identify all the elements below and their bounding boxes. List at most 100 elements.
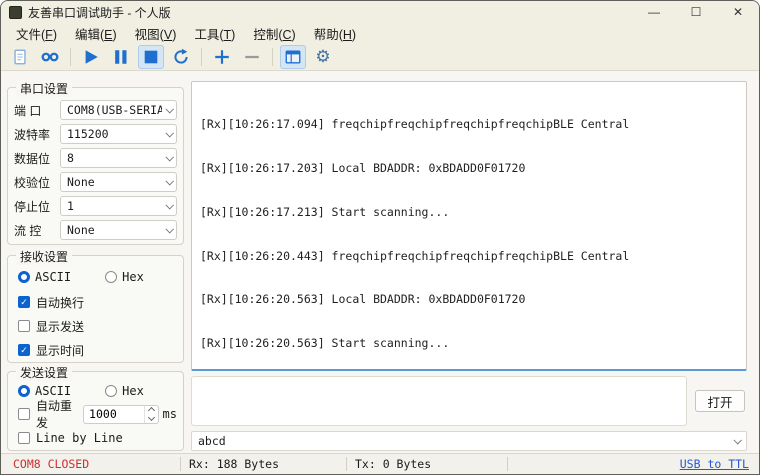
new-file-icon bbox=[11, 48, 29, 66]
chevron-down-icon bbox=[165, 129, 173, 137]
record-button[interactable] bbox=[37, 45, 63, 69]
log-line: [Rx][10:26:17.094] freqchipfreqchipfreqc… bbox=[200, 117, 738, 132]
auto-resend-label: 自动重发 bbox=[36, 397, 79, 431]
port-label: 端 口 bbox=[14, 102, 60, 119]
title-bar: 友善串口调试助手 - 个人版 — ☐ ✕ bbox=[1, 1, 759, 23]
stop-button[interactable] bbox=[138, 45, 164, 69]
stopbits-label: 停止位 bbox=[14, 198, 60, 215]
receive-ascii-label: ASCII bbox=[35, 270, 71, 284]
port-status-text: COM8 CLOSED bbox=[1, 457, 180, 471]
app-icon bbox=[9, 6, 22, 19]
auto-linewrap-label: 自动换行 bbox=[36, 294, 84, 311]
spinner-buttons[interactable] bbox=[144, 406, 158, 423]
menu-control[interactable]: 控制(C) bbox=[244, 22, 304, 45]
auto-resend-unit: ms bbox=[163, 407, 177, 421]
tx-bytes-text: Tx: 0 Bytes bbox=[347, 457, 507, 471]
record-icon bbox=[40, 48, 60, 66]
zoom-out-icon bbox=[243, 48, 261, 66]
menu-help[interactable]: 帮助(H) bbox=[305, 22, 365, 45]
auto-linewrap-checkbox[interactable]: ✓ bbox=[18, 296, 30, 308]
send-hex-label: Hex bbox=[122, 384, 144, 398]
parity-label: 校验位 bbox=[14, 174, 60, 191]
send-ascii-label: ASCII bbox=[35, 384, 71, 398]
port-select[interactable]: COM8(USB-SERIAL ( bbox=[60, 100, 177, 120]
send-history-input[interactable] bbox=[198, 434, 730, 448]
window-title: 友善串口调试助手 - 个人版 bbox=[28, 4, 171, 21]
close-button[interactable]: ✕ bbox=[717, 1, 759, 23]
spinner-down-icon bbox=[148, 414, 155, 421]
refresh-icon bbox=[172, 48, 190, 66]
show-sent-label: 显示发送 bbox=[36, 318, 84, 335]
pause-button[interactable] bbox=[108, 45, 134, 69]
parity-select[interactable]: None bbox=[60, 172, 177, 192]
send-settings-group: 发送设置 ASCII Hex 自动重发 ms Line by Line bbox=[7, 371, 184, 451]
menu-view[interactable]: 视图(V) bbox=[126, 22, 186, 45]
databits-row: 数据位 8 bbox=[14, 148, 177, 168]
minimize-button[interactable]: — bbox=[633, 1, 675, 23]
line-by-line-row: Line by Line bbox=[18, 429, 177, 447]
serial-settings-title: 串口设置 bbox=[16, 80, 72, 97]
menu-edit[interactable]: 编辑(E) bbox=[66, 22, 126, 45]
menu-tools[interactable]: 工具(T) bbox=[185, 22, 244, 45]
gear-icon: ⚙ bbox=[315, 48, 330, 65]
receive-log[interactable]: [Rx][10:26:17.094] freqchipfreqchipfreqc… bbox=[191, 81, 747, 371]
baudrate-row: 波特率 115200 bbox=[14, 124, 177, 144]
chevron-down-icon bbox=[165, 225, 173, 233]
chevron-down-icon bbox=[733, 436, 741, 444]
line-by-line-label: Line by Line bbox=[36, 431, 123, 445]
serial-settings-group: 串口设置 端 口 COM8(USB-SERIAL ( 波特率 115200 数据… bbox=[7, 87, 184, 245]
flowcontrol-row: 流 控 None bbox=[14, 220, 177, 240]
flowcontrol-label: 流 控 bbox=[14, 222, 60, 239]
maximize-button[interactable]: ☐ bbox=[675, 1, 717, 23]
auto-resend-checkbox[interactable] bbox=[18, 408, 30, 420]
stopbits-select[interactable]: 1 bbox=[60, 196, 177, 216]
auto-linewrap-row: ✓ 自动换行 bbox=[18, 293, 177, 311]
layout-panel-button[interactable] bbox=[280, 45, 306, 69]
usb-to-ttl-link[interactable]: USB to TTL bbox=[680, 457, 759, 471]
baudrate-label: 波特率 bbox=[14, 126, 60, 143]
receive-ascii-radio[interactable] bbox=[18, 271, 30, 283]
play-icon bbox=[82, 48, 100, 66]
new-file-button[interactable] bbox=[7, 45, 33, 69]
settings-button[interactable]: ⚙ bbox=[310, 45, 336, 69]
zoom-in-icon bbox=[213, 48, 231, 66]
show-time-checkbox[interactable]: ✓ bbox=[18, 344, 30, 356]
port-row: 端 口 COM8(USB-SERIAL ( bbox=[14, 100, 177, 120]
show-sent-checkbox[interactable] bbox=[18, 320, 30, 332]
receive-settings-title: 接收设置 bbox=[16, 248, 72, 265]
auto-resend-row: 自动重发 ms bbox=[18, 404, 177, 424]
stopbits-row: 停止位 1 bbox=[14, 196, 177, 216]
statusbar-separator bbox=[507, 457, 508, 471]
send-history-combobox[interactable] bbox=[191, 431, 747, 451]
zoom-out-button[interactable] bbox=[239, 45, 265, 69]
receive-hex-radio[interactable] bbox=[105, 271, 117, 283]
send-hex-radio[interactable] bbox=[105, 385, 117, 397]
toolbar-separator bbox=[201, 48, 202, 66]
menu-file[interactable]: 文件(F) bbox=[7, 22, 66, 45]
parity-row: 校验位 None bbox=[14, 172, 177, 192]
play-button[interactable] bbox=[78, 45, 104, 69]
show-sent-row: 显示发送 bbox=[18, 317, 177, 335]
stop-icon bbox=[142, 48, 160, 66]
chevron-down-icon bbox=[165, 177, 173, 185]
baudrate-select[interactable]: 115200 bbox=[60, 124, 177, 144]
databits-select[interactable]: 8 bbox=[60, 148, 177, 168]
show-time-label: 显示时间 bbox=[36, 342, 84, 359]
zoom-in-button[interactable] bbox=[209, 45, 235, 69]
app-window: 友善串口调试助手 - 个人版 — ☐ ✕ 文件(F) 编辑(E) 视图(V) 工… bbox=[0, 0, 760, 475]
toolbar: ⚙ bbox=[1, 43, 759, 71]
open-port-button[interactable]: 打开 bbox=[695, 390, 745, 412]
window-controls: — ☐ ✕ bbox=[633, 1, 759, 23]
refresh-button[interactable] bbox=[168, 45, 194, 69]
databits-label: 数据位 bbox=[14, 150, 60, 167]
flowcontrol-select[interactable]: None bbox=[60, 220, 177, 240]
line-by-line-checkbox[interactable] bbox=[18, 432, 30, 444]
show-time-row: ✓ 显示时间 bbox=[18, 341, 177, 359]
send-ascii-radio[interactable] bbox=[18, 385, 30, 397]
auto-resend-input[interactable] bbox=[84, 407, 144, 421]
send-settings-title: 发送设置 bbox=[16, 364, 72, 381]
send-textarea[interactable] bbox=[191, 376, 687, 426]
log-line: [Rx][10:26:17.213] Start scanning... bbox=[200, 205, 738, 220]
log-line: [Rx][10:26:20.563] Start scanning... bbox=[200, 336, 738, 351]
status-bar: COM8 CLOSED Rx: 188 Bytes Tx: 0 Bytes US… bbox=[1, 453, 759, 474]
